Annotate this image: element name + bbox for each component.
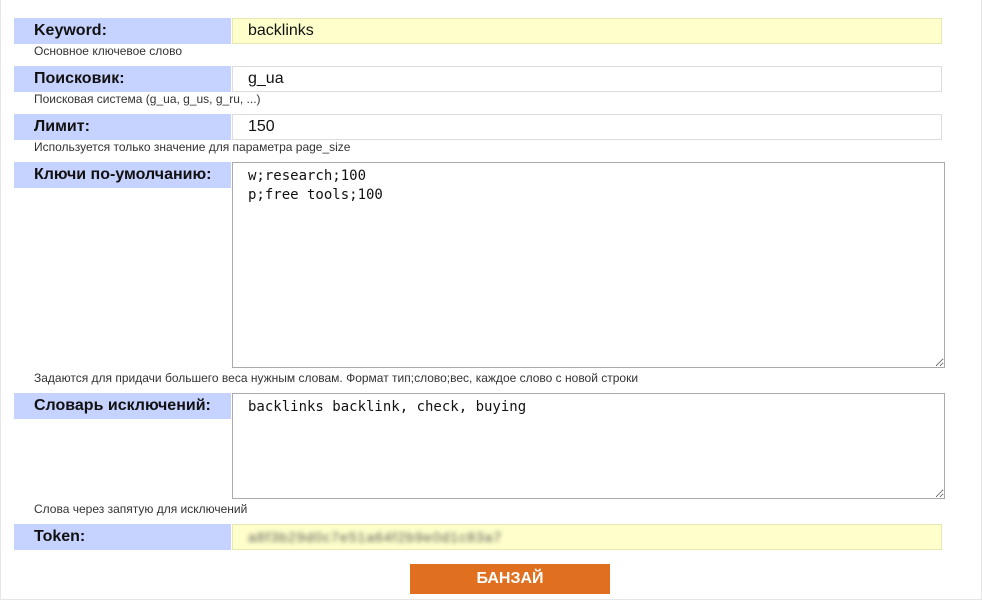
default-keys-label: Ключи по-умолчанию: (14, 162, 231, 188)
engine-hint: Поисковая система (g_ua, g_us, g_ru, ...… (34, 92, 261, 106)
engine-label: Поисковик: (14, 66, 231, 92)
limit-hint: Используется только значение для парамет… (34, 140, 351, 154)
submit-button[interactable]: БАНЗАЙ (410, 564, 610, 594)
default-keys-hint: Задаются для придачи большего веса нужны… (34, 371, 639, 385)
default-keys-textarea[interactable]: w;research;100 p;free tools;100 (232, 162, 945, 368)
token-input[interactable]: a8f3b29d0c7e51a64f2b9e0d1c83a7 (232, 524, 942, 550)
exclusions-textarea[interactable]: backlinks backlink, check, buying (232, 393, 945, 499)
exclusions-label: Словарь исключений: (14, 393, 231, 419)
limit-label: Лимит: (14, 114, 231, 140)
engine-input[interactable] (232, 66, 942, 92)
token-label: Token: (14, 524, 231, 550)
keyword-input[interactable] (232, 18, 942, 44)
keyword-label: Keyword: (14, 18, 231, 44)
keyword-hint: Основное ключевое слово (34, 44, 183, 58)
exclusions-hint: Слова через запятую для исключений (34, 502, 248, 516)
token-value-blurred: a8f3b29d0c7e51a64f2b9e0d1c83a7 (248, 529, 503, 545)
limit-input[interactable] (232, 114, 942, 140)
